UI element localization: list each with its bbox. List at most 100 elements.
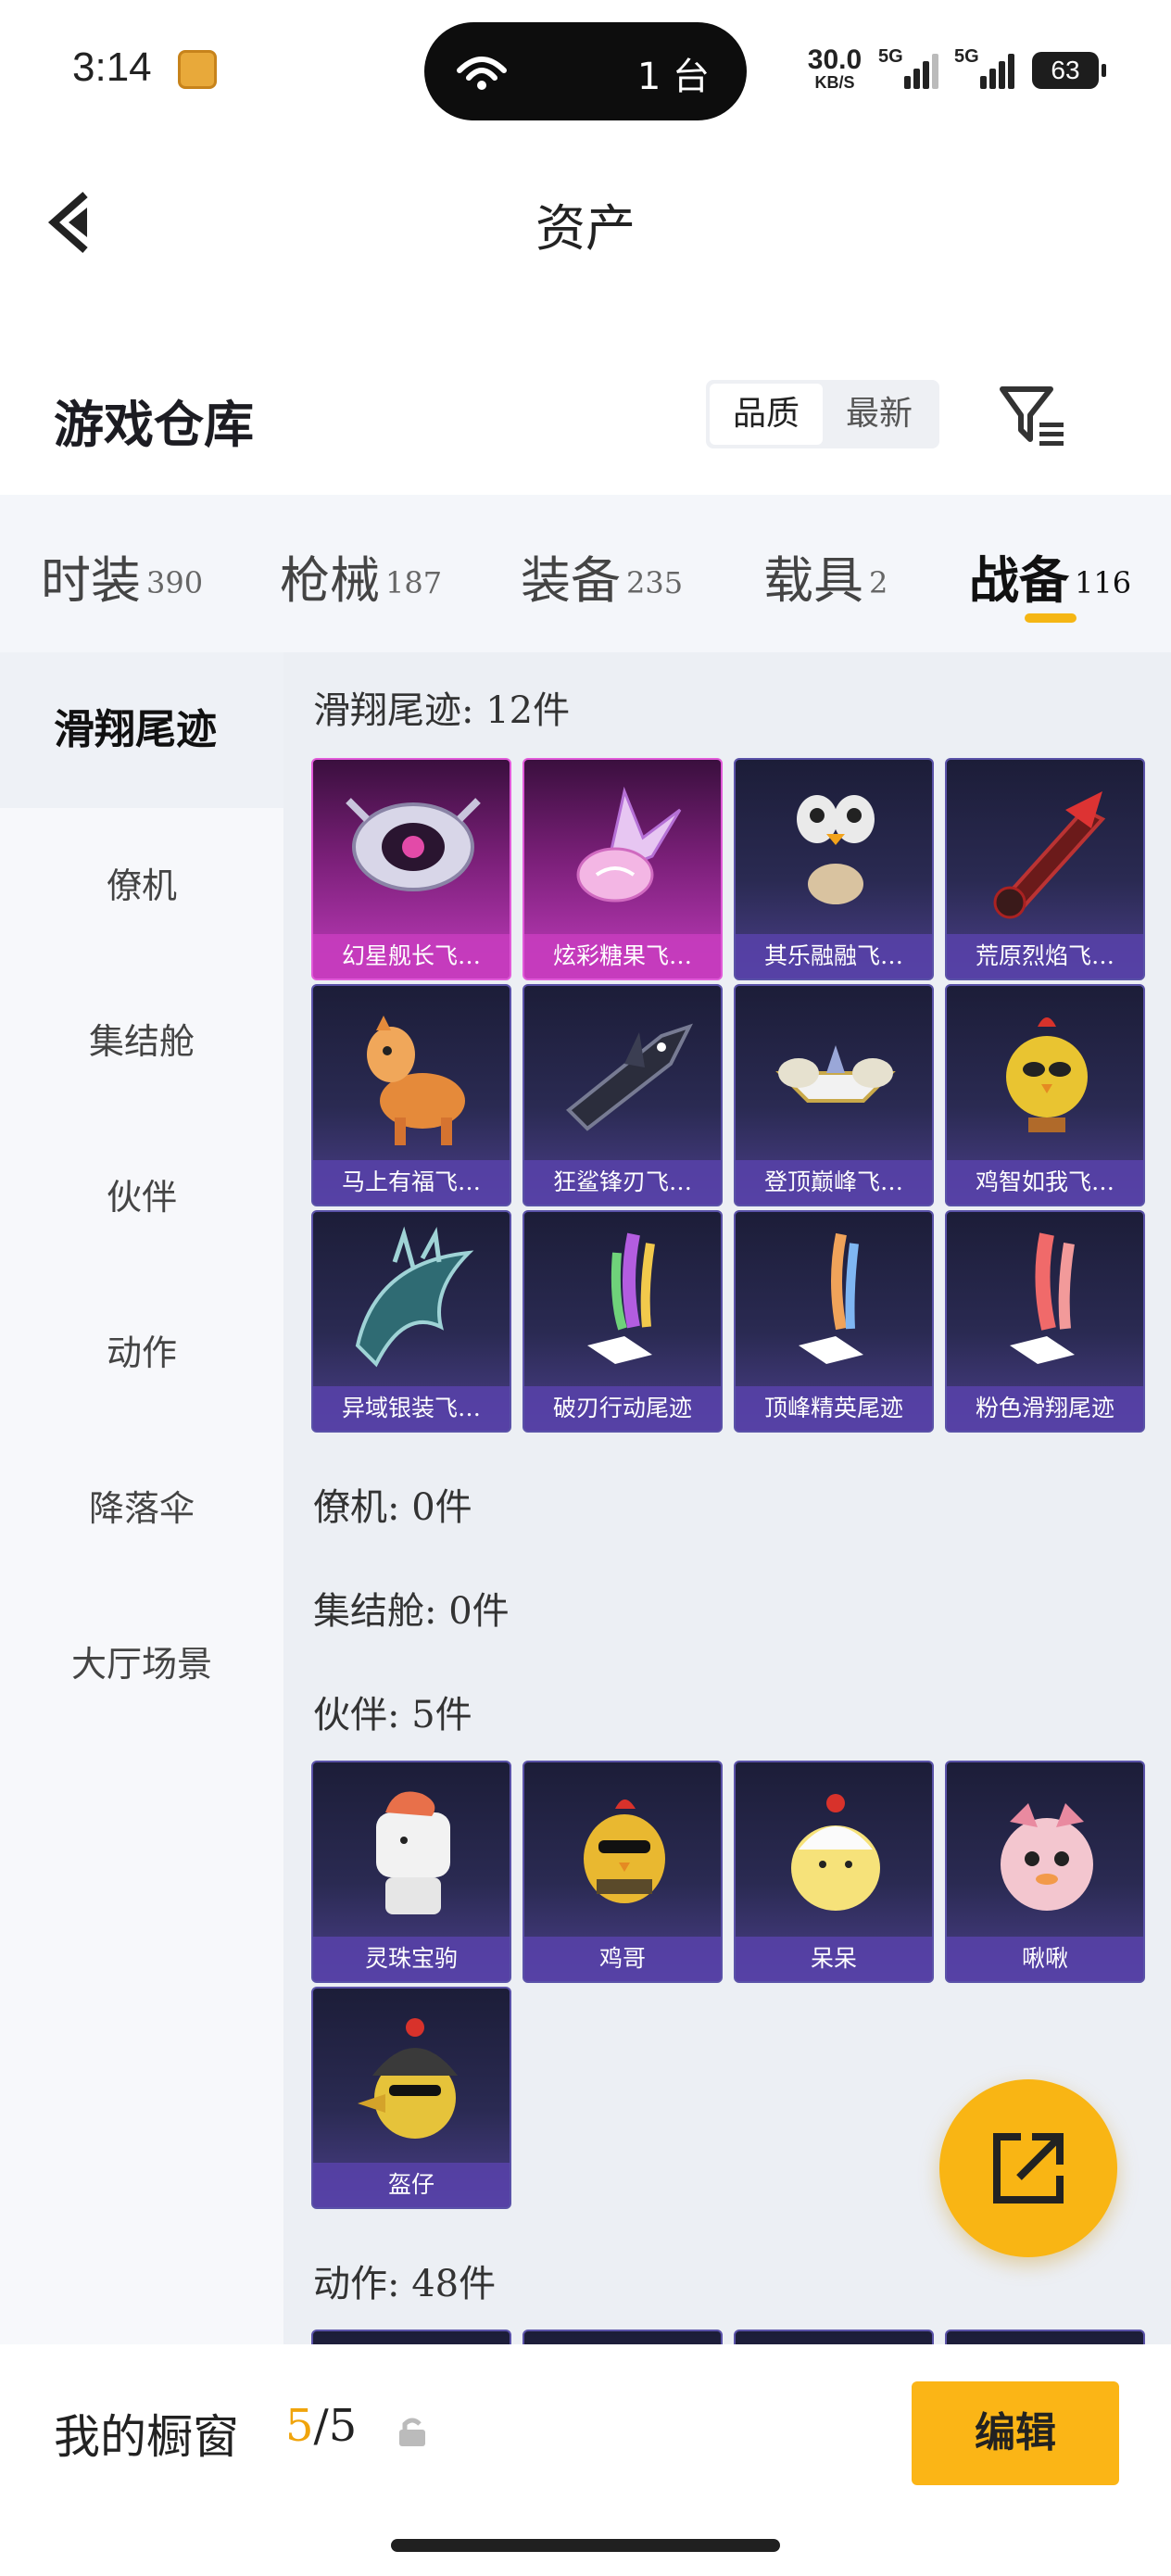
dynamic-island[interactable]: 1 台 (424, 22, 747, 120)
item-card[interactable] (311, 2330, 511, 2344)
sidebar-item-emote[interactable]: 动作 (0, 1275, 283, 1431)
tab-label: 时装 (41, 551, 141, 610)
signal-icon: 5G (954, 46, 1015, 91)
tab-count: 2 (869, 564, 888, 600)
rainbow-trail-icon (587, 1232, 655, 1364)
hotspot-icon (457, 57, 507, 90)
item-card[interactable]: 荒原烈焰飞… (945, 758, 1145, 980)
tab-battle-gear[interactable]: 战备 116 (969, 539, 1131, 612)
wing-glider-icon (355, 1226, 474, 1368)
item-card[interactable]: 狂鲨锋刃飞… (523, 984, 723, 1206)
item-name: 狂鲨锋刃飞… (524, 1160, 721, 1205)
showcase-total: /5 (313, 2400, 358, 2452)
sidebar-item-glide-trail[interactable]: 滑翔尾迹 (0, 652, 283, 808)
edit-button[interactable]: 编辑 (912, 2381, 1119, 2485)
app-notification-icon (178, 50, 217, 89)
item-card[interactable]: 登顶巅峰飞… (734, 984, 934, 1206)
item-card[interactable]: 鸡哥 (523, 1761, 723, 1983)
item-card[interactable]: 啾啾 (945, 1761, 1145, 1983)
item-card[interactable]: 幻星舰长飞… (311, 758, 511, 980)
tab-count: 187 (385, 564, 443, 600)
signal-1-label: 5G (878, 46, 903, 67)
filter-icon[interactable] (997, 382, 1067, 447)
item-name: 炫彩糖果飞… (524, 934, 721, 979)
showcase-label: 我的橱窗 (54, 2410, 239, 2464)
lock-icon (399, 2418, 425, 2446)
chick-buddy-icon (791, 1794, 880, 1911)
tab-fashion[interactable]: 时装 390 (41, 539, 203, 612)
item-name: 登顶巅峰飞… (736, 1160, 932, 1205)
section-heading: 僚机: 0件 (313, 1486, 472, 1529)
signal-2-label: 5G (954, 46, 979, 67)
share-button[interactable] (939, 2079, 1117, 2257)
item-name: 鸡智如我飞… (947, 1160, 1143, 1205)
flame-glider-icon (993, 791, 1106, 919)
item-card[interactable]: 炫彩糖果飞… (523, 758, 723, 980)
home-indicator[interactable] (391, 2539, 780, 2552)
item-name: 鸡哥 (524, 1937, 721, 1981)
sidebar-item-buddy[interactable]: 伙伴 (0, 1119, 283, 1275)
tab-weapons[interactable]: 枪械 187 (280, 539, 442, 612)
category-tabs: 时装 390 枪械 187 装备 235 载具 2 战备 116 (0, 495, 1171, 652)
item-card[interactable]: 盔仔 (311, 1987, 511, 2209)
item-card[interactable]: 粉色滑翔尾迹 (945, 1210, 1145, 1433)
item-name: 其乐融融飞… (736, 934, 932, 979)
item-name: 啾啾 (947, 1937, 1143, 1981)
eye-glider-icon (346, 798, 481, 891)
horse-glider-icon (367, 1016, 465, 1145)
item-name: 粉色滑翔尾迹 (947, 1386, 1143, 1431)
item-name: 异域银装飞… (313, 1386, 510, 1431)
pink-trail-icon (1010, 1232, 1075, 1364)
item-card[interactable]: 异域银装飞… (311, 1210, 511, 1433)
item-card[interactable]: 灵珠宝驹 (311, 1761, 511, 1983)
navigation-bar: 资产 (0, 139, 1171, 306)
item-name: 呆呆 (736, 1937, 932, 1981)
sort-quality-button[interactable]: 品质 (710, 384, 823, 445)
sort-toggle: 品质 最新 (706, 380, 939, 448)
helmet-buddy-icon (358, 2018, 458, 2139)
item-name: 顶峰精英尾迹 (736, 1386, 932, 1431)
candy-glider-icon (576, 786, 682, 903)
chicken-glider-icon (1006, 1017, 1088, 1132)
item-card[interactable]: 马上有福飞… (311, 984, 511, 1206)
page-title: 资产 (535, 199, 636, 258)
item-name: 盔仔 (313, 2163, 510, 2207)
chicken-buddy-icon (584, 1799, 665, 1903)
sidebar-item-parachute[interactable]: 降落伞 (0, 1431, 283, 1586)
hotspot-count: 1 台 (636, 56, 710, 98)
sort-latest-button[interactable]: 最新 (823, 384, 936, 445)
tab-vehicles[interactable]: 载具 2 (763, 539, 888, 612)
item-card[interactable]: 呆呆 (734, 1761, 934, 1983)
bird-buddy-icon (1001, 1803, 1093, 1911)
item-card[interactable] (523, 2330, 723, 2344)
sidebar: 滑翔尾迹 僚机 集结舱 伙伴 动作 降落伞 大厅场景 (0, 652, 283, 2344)
section-heading: 伙伴: 5件 (313, 1694, 472, 1736)
sidebar-item-lobby-scene[interactable]: 大厅场景 (0, 1586, 283, 1742)
tab-equipment[interactable]: 装备 235 (521, 539, 683, 612)
item-card[interactable]: 其乐融融飞… (734, 758, 934, 980)
network-speed: 30.0 KB/S (802, 44, 867, 92)
section-heading: 集结舱: 0件 (313, 1590, 510, 1633)
showcase-count: 5/5 (285, 2400, 357, 2452)
item-card[interactable] (945, 2330, 1145, 2344)
tab-label: 载具 (763, 551, 863, 610)
penguin-glider-icon (797, 795, 875, 904)
status-bar: 3:14 1 台 30.0 KB/S 5G 5G 63 (0, 0, 1171, 139)
warehouse-header: 游戏仓库 品质 最新 (0, 361, 1171, 500)
jet-glider-icon (775, 1045, 896, 1103)
warehouse-title: 游戏仓库 (54, 395, 254, 454)
item-card[interactable]: 破刃行动尾迹 (523, 1210, 723, 1433)
item-card[interactable]: 鸡智如我飞… (945, 984, 1145, 1206)
sidebar-item-rally-pod[interactable]: 集结舱 (0, 964, 283, 1119)
tab-count: 390 (146, 564, 204, 600)
item-card[interactable]: 顶峰精英尾迹 (734, 1210, 934, 1433)
net-speed-value: 30.0 (807, 44, 863, 75)
sidebar-item-wingman[interactable]: 僚机 (0, 808, 283, 964)
item-name: 马上有福飞… (313, 1160, 510, 1205)
item-card[interactable] (734, 2330, 934, 2344)
shark-glider-icon (566, 1023, 693, 1131)
active-tab-indicator (1025, 613, 1077, 623)
item-name: 灵珠宝驹 (313, 1937, 510, 1981)
tab-label: 战备 (969, 550, 1069, 610)
share-external-icon (993, 2133, 1064, 2203)
